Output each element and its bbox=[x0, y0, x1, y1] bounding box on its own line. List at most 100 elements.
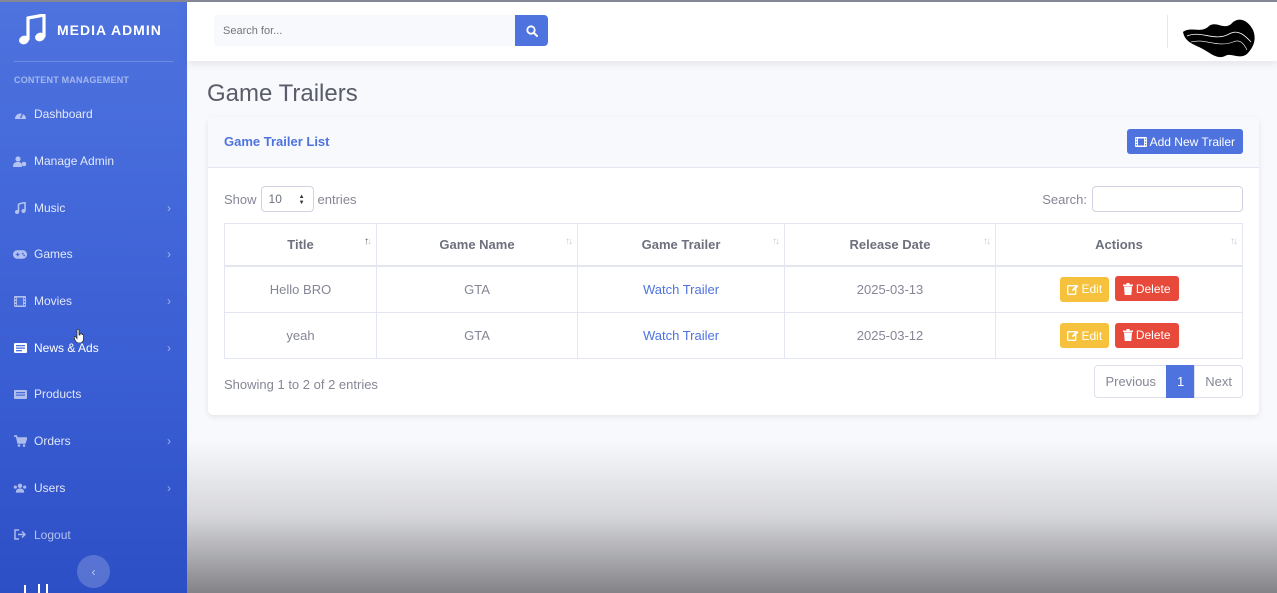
sidebar-item-label: Logout bbox=[34, 527, 71, 542]
window-top-border bbox=[0, 0, 1277, 2]
edit-icon bbox=[1066, 330, 1078, 341]
table-row: Hello BRO GTA Watch Trailer 2025-03-13 E… bbox=[224, 265, 1243, 313]
sidebar-item-label: Dashboard bbox=[34, 107, 93, 122]
bottom-shadow-overlay bbox=[187, 440, 1277, 593]
page-title: Game Trailers bbox=[207, 80, 358, 107]
sidebar-item-label: Games bbox=[34, 247, 73, 262]
sort-icon: ↑↓ bbox=[772, 236, 780, 247]
length-value: 10 bbox=[268, 192, 282, 206]
sidebar-item-label: Orders bbox=[34, 434, 71, 449]
gamepad-icon bbox=[13, 248, 27, 260]
entries-label: entries bbox=[317, 191, 357, 207]
column-header-actions[interactable]: Actions ↑↓ bbox=[995, 223, 1243, 267]
brand[interactable]: MEDIA ADMIN bbox=[0, 0, 187, 60]
film-icon bbox=[13, 295, 27, 307]
sidebar-item-label: Manage Admin bbox=[34, 154, 115, 169]
sort-icon: ↑↓ bbox=[1230, 236, 1238, 247]
box-icon bbox=[13, 388, 27, 400]
entries-length-control: Show 10 ▲ ▼ entries bbox=[224, 186, 357, 212]
sidebar-nav: Dashboard Manage Admin Music › Games › M… bbox=[0, 91, 187, 558]
music-icon bbox=[13, 201, 27, 214]
sidebar: MEDIA ADMIN CONTENT MANAGEMENT Dashboard… bbox=[0, 0, 187, 593]
watch-trailer-link[interactable]: Watch Trailer bbox=[643, 328, 719, 343]
partial-glyph-icon bbox=[24, 584, 48, 593]
previous-page-button[interactable]: Previous bbox=[1094, 365, 1168, 398]
add-new-trailer-button[interactable]: Add New Trailer bbox=[1126, 129, 1243, 154]
edit-button[interactable]: Edit bbox=[1059, 276, 1110, 302]
sidebar-item-manage-admin[interactable]: Manage Admin bbox=[0, 138, 187, 185]
sort-icon: ↑↓ bbox=[364, 236, 372, 247]
card-header: Game Trailer List Add New Trailer bbox=[208, 117, 1259, 168]
sidebar-item-label: Movies bbox=[34, 294, 73, 309]
sidebar-item-label: Products bbox=[34, 387, 82, 402]
column-header-game-name[interactable]: Game Name ↑↓ bbox=[376, 223, 578, 267]
sidebar-item-products[interactable]: Products bbox=[0, 371, 187, 418]
sidebar-item-music[interactable]: Music › bbox=[0, 184, 187, 231]
sidebar-item-dashboard[interactable]: Dashboard bbox=[0, 91, 187, 138]
topbar-search bbox=[214, 15, 548, 46]
sidebar-item-movies[interactable]: Movies › bbox=[0, 278, 187, 325]
chevron-right-icon: › bbox=[167, 480, 171, 495]
chevron-right-icon: › bbox=[167, 247, 171, 262]
chevron-right-icon: › bbox=[167, 340, 171, 355]
sort-icon: ↑↓ bbox=[983, 236, 991, 247]
users-icon bbox=[13, 482, 27, 494]
cell-title: yeah bbox=[224, 311, 377, 359]
film-icon bbox=[1134, 136, 1147, 147]
cell-actions: Edit Delete bbox=[995, 311, 1243, 359]
sidebar-heading: CONTENT MANAGEMENT bbox=[14, 75, 130, 85]
sidebar-toggle-button[interactable]: ‹ bbox=[77, 555, 110, 588]
edit-icon bbox=[1066, 284, 1078, 295]
sidebar-item-logout[interactable]: Logout bbox=[0, 511, 187, 558]
show-label: Show bbox=[224, 191, 257, 207]
avatar[interactable] bbox=[1181, 12, 1257, 60]
delete-button[interactable]: Delete bbox=[1114, 322, 1179, 348]
trash-icon bbox=[1122, 329, 1133, 341]
column-header-game-trailer[interactable]: Game Trailer ↑↓ bbox=[577, 223, 785, 267]
search-icon bbox=[525, 24, 538, 37]
trailers-table: Title ↑↓ Game Name ↑↓ Game Trailer ↑↓ Relea… bbox=[224, 223, 1243, 359]
music-note-icon bbox=[19, 14, 46, 45]
page-button-current[interactable]: 1 bbox=[1166, 365, 1196, 398]
newspaper-icon bbox=[13, 342, 27, 354]
sidebar-item-orders[interactable]: Orders › bbox=[0, 418, 187, 465]
entries-length-select[interactable]: 10 ▲ ▼ bbox=[260, 186, 314, 212]
trash-icon bbox=[1122, 282, 1133, 295]
watch-trailer-link[interactable]: Watch Trailer bbox=[643, 282, 719, 297]
delete-button[interactable]: Delete bbox=[1114, 276, 1179, 302]
cell-actions: Edit Delete bbox=[995, 265, 1243, 313]
table-header-row: Title ↑↓ Game Name ↑↓ Game Trailer ↑↓ Relea… bbox=[224, 223, 1243, 267]
trailer-list-card: Game Trailer List Add New Trailer Show 1… bbox=[208, 117, 1259, 415]
cell-game-name: GTA bbox=[376, 311, 578, 359]
pagination: Previous 1 Next bbox=[1094, 365, 1243, 398]
add-button-label: Add New Trailer bbox=[1149, 134, 1235, 149]
chevron-right-icon: › bbox=[167, 200, 171, 215]
sort-icon: ↑↓ bbox=[565, 236, 573, 247]
search-button[interactable] bbox=[515, 15, 548, 46]
cell-release-date: 2025-03-13 bbox=[784, 265, 996, 313]
card-title: Game Trailer List bbox=[224, 134, 330, 149]
topbar bbox=[187, 2, 1277, 61]
table-info: Showing 1 to 2 of 2 entries bbox=[224, 377, 378, 392]
sidebar-item-news-ads[interactable]: News & Ads › bbox=[0, 324, 187, 371]
cell-game-name: GTA bbox=[376, 265, 578, 313]
cell-release-date: 2025-03-12 bbox=[784, 311, 996, 359]
sidebar-item-label: News & Ads bbox=[34, 340, 99, 355]
edit-button[interactable]: Edit bbox=[1059, 323, 1110, 348]
select-arrows-icon: ▲ ▼ bbox=[298, 194, 305, 206]
table-search-input[interactable] bbox=[1092, 186, 1243, 212]
table-search: Search: bbox=[1042, 186, 1243, 212]
column-header-release-date[interactable]: Release Date ↑↓ bbox=[784, 223, 996, 267]
topbar-divider bbox=[1167, 15, 1168, 48]
next-page-button[interactable]: Next bbox=[1194, 365, 1243, 398]
column-header-title[interactable]: Title ↑↓ bbox=[224, 223, 377, 267]
sidebar-item-users[interactable]: Users › bbox=[0, 465, 187, 512]
chevron-right-icon: › bbox=[167, 294, 171, 309]
sidebar-item-games[interactable]: Games › bbox=[0, 231, 187, 278]
sidebar-item-label: Users bbox=[34, 480, 66, 495]
table-row: yeah GTA Watch Trailer 2025-03-12 Edit D… bbox=[224, 311, 1243, 359]
cart-icon bbox=[13, 435, 27, 447]
user-cog-icon bbox=[13, 155, 27, 167]
brand-name: MEDIA ADMIN bbox=[57, 22, 162, 38]
search-input[interactable] bbox=[214, 15, 515, 46]
